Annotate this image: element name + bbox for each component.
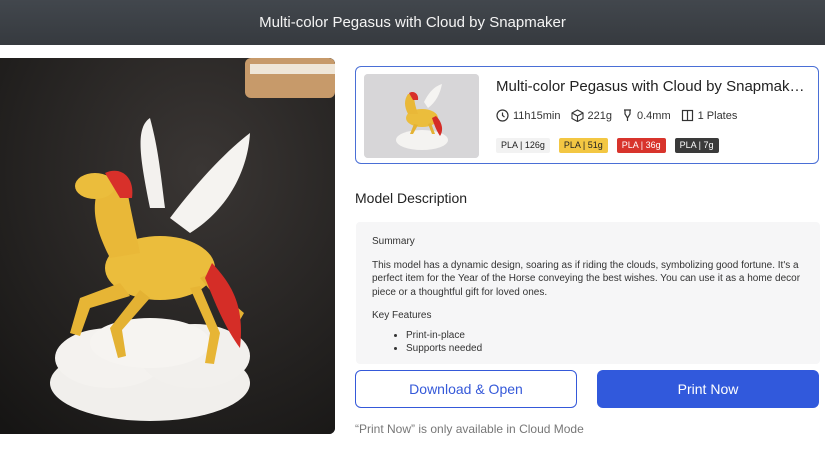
print-time-stat: 11h15min bbox=[496, 109, 561, 122]
description-heading: Model Description bbox=[355, 190, 468, 206]
plates-icon bbox=[681, 109, 693, 122]
feature-item: Print-in-place bbox=[406, 329, 804, 343]
summary-text: This model has a dynamic design, soaring… bbox=[372, 259, 801, 298]
filament-chip: PLA | 126g bbox=[496, 138, 550, 153]
features-list: Print-in-place Supports needed bbox=[372, 329, 804, 356]
description-panel[interactable]: Summary This model has a dynamic design,… bbox=[356, 222, 820, 364]
nozzle-icon bbox=[623, 109, 631, 121]
model-hero-image bbox=[0, 58, 335, 434]
filament-chip: PLA | 36g bbox=[616, 138, 666, 153]
model-stats: 11h15min 221g 0.4mm 1 Plates bbox=[496, 109, 747, 122]
print-time-value: 11h15min bbox=[513, 109, 561, 122]
filament-chip: PLA | 51g bbox=[558, 138, 608, 153]
window-title: Multi-color Pegasus with Cloud by Snapma… bbox=[259, 14, 566, 31]
model-summary-card[interactable]: Multi-color Pegasus with Cloud by Snapma… bbox=[355, 66, 819, 164]
feature-item: Supports needed bbox=[406, 342, 804, 356]
weight-stat: 221g bbox=[570, 109, 612, 122]
model-title: Multi-color Pegasus with Cloud by Snapma… bbox=[496, 78, 811, 95]
plates-value: 1 Plates bbox=[697, 109, 738, 122]
cloud-mode-note: “Print Now” is only available in Cloud M… bbox=[355, 422, 584, 436]
weight-cube-icon bbox=[570, 109, 584, 122]
features-label: Key Features bbox=[372, 310, 432, 321]
model-thumbnail bbox=[364, 74, 479, 158]
filament-chips: PLA | 126g PLA | 51g PLA | 36g PLA | 7g bbox=[496, 138, 728, 153]
weight-value: 221g bbox=[587, 109, 612, 122]
filament-chip: PLA | 7g bbox=[674, 138, 719, 153]
plates-stat: 1 Plates bbox=[681, 109, 738, 122]
download-open-button[interactable]: Download & Open bbox=[355, 370, 577, 408]
summary-label: Summary bbox=[372, 236, 415, 247]
clock-icon bbox=[496, 109, 509, 122]
nozzle-stat: 0.4mm bbox=[622, 109, 671, 122]
print-now-button[interactable]: Print Now bbox=[597, 370, 819, 408]
nozzle-value: 0.4mm bbox=[636, 109, 671, 122]
window-title-bar: Multi-color Pegasus with Cloud by Snapma… bbox=[0, 0, 825, 45]
